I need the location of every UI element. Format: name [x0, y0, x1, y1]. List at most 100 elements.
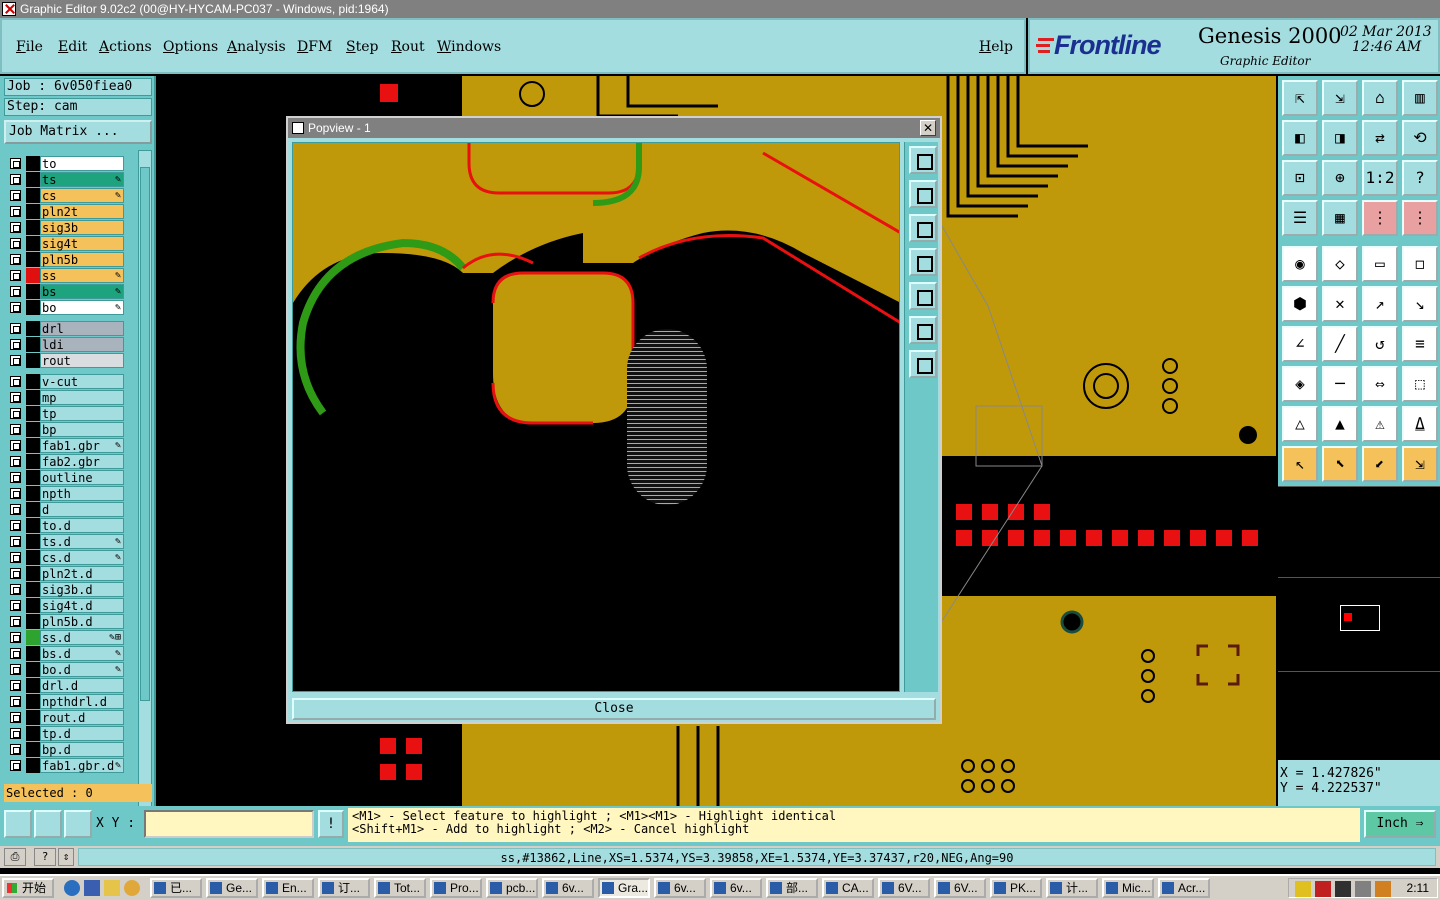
mirror-icon[interactable]: ≡: [1402, 326, 1438, 362]
taskbar-task[interactable]: 6v...: [654, 878, 706, 898]
layer-checkbox[interactable]: [10, 238, 21, 249]
warn-icon[interactable]: △: [1282, 406, 1318, 442]
tray-gear-icon[interactable]: [1355, 881, 1371, 897]
layer-checkbox[interactable]: [10, 190, 21, 201]
snap-red-icon[interactable]: ⋮: [1362, 200, 1398, 236]
layer-color-swatch[interactable]: [26, 614, 40, 629]
taskbar-task[interactable]: CA...: [822, 878, 874, 898]
pv-zoom-icon[interactable]: [909, 146, 937, 174]
layer-checkbox[interactable]: [10, 302, 21, 313]
layer-name[interactable]: npthdrl.d: [40, 694, 124, 709]
layer-checkbox[interactable]: [10, 355, 21, 366]
redraw-icon[interactable]: ⟲: [1402, 120, 1438, 156]
layer-name[interactable]: rout: [40, 353, 124, 368]
start-button[interactable]: 开始: [2, 878, 54, 898]
taskbar-task[interactable]: PK...: [990, 878, 1042, 898]
arc-icon[interactable]: ↺: [1362, 326, 1398, 362]
layer-checkbox[interactable]: [10, 680, 21, 691]
menu-edit[interactable]: Edit: [58, 39, 87, 55]
layer-color-swatch[interactable]: [26, 630, 40, 645]
layer-name[interactable]: sig4t: [40, 236, 124, 251]
pan-left-icon[interactable]: ◧: [1282, 120, 1318, 156]
layer-row[interactable]: npthdrl.d: [6, 694, 124, 709]
layer-row[interactable]: pln5b.d: [6, 614, 124, 629]
layer-color-swatch[interactable]: [26, 390, 40, 405]
layer-name[interactable]: tp.d: [40, 726, 124, 741]
layer-checkbox[interactable]: [10, 552, 21, 563]
copy-icon[interactable]: ↘: [1402, 286, 1438, 322]
layers-icon[interactable]: ☰: [1282, 200, 1318, 236]
layer-checkbox[interactable]: [10, 158, 21, 169]
close-button[interactable]: Close: [292, 698, 936, 720]
layer-checkbox[interactable]: [10, 504, 21, 515]
layer-color-swatch[interactable]: [26, 156, 40, 171]
layer-name[interactable]: drl: [40, 321, 124, 336]
help-icon[interactable]: ?: [34, 848, 56, 866]
layer-row[interactable]: sig4t.d: [6, 598, 124, 613]
layer-name[interactable]: fab2.gbr: [40, 454, 124, 469]
layer-name[interactable]: pln2t: [40, 204, 124, 219]
pv-zoom-center-icon[interactable]: [909, 350, 937, 378]
taskbar-task[interactable]: Acr...: [1158, 878, 1210, 898]
layer-name[interactable]: v-cut: [40, 374, 124, 389]
layer-checkbox[interactable]: [10, 472, 21, 483]
split-view-icon[interactable]: ▥: [1402, 80, 1438, 116]
layer-name[interactable]: ts.d ✎: [40, 534, 124, 549]
scroll-icon[interactable]: ⇕: [58, 848, 74, 866]
measure-icon[interactable]: [4, 810, 32, 838]
query-icon[interactable]: ?: [1402, 160, 1438, 196]
layer-name[interactable]: rout.d: [40, 710, 124, 725]
layer-color-swatch[interactable]: [26, 337, 40, 352]
layer-checkbox[interactable]: [10, 488, 21, 499]
info-button[interactable]: !: [318, 810, 344, 838]
layer-name[interactable]: fab1.gbr.d ✎: [40, 758, 124, 773]
layer-checkbox[interactable]: [10, 254, 21, 265]
layer-row[interactable]: d: [6, 502, 124, 517]
overview-map[interactable]: [1278, 486, 1440, 758]
taskbar-task[interactable]: Pro...: [430, 878, 482, 898]
layer-name[interactable]: bs.d ✎: [40, 646, 124, 661]
layer-color-swatch[interactable]: [26, 204, 40, 219]
layer-name[interactable]: pln2t.d: [40, 566, 124, 581]
layer-checkbox[interactable]: [10, 392, 21, 403]
transform-icon[interactable]: ⬚: [1402, 366, 1438, 402]
layer-name[interactable]: bo ✎: [40, 300, 124, 315]
layer-checkbox[interactable]: [10, 616, 21, 627]
close-icon[interactable]: ✕: [920, 120, 936, 136]
layer-checkbox[interactable]: [10, 206, 21, 217]
layer-color-swatch[interactable]: [26, 534, 40, 549]
layer-name[interactable]: drl.d: [40, 678, 124, 693]
layer-row[interactable]: ts ✎: [6, 172, 124, 187]
taskbar-task[interactable]: 6v...: [710, 878, 762, 898]
layer-color-swatch[interactable]: [26, 694, 40, 709]
layer-row[interactable]: drl.d: [6, 678, 124, 693]
layer-checkbox[interactable]: [10, 440, 21, 451]
connect-icon[interactable]: ⬢: [1282, 286, 1318, 322]
layer-row[interactable]: bs.d ✎: [6, 646, 124, 661]
layer-name[interactable]: ss.d ✎⊞: [40, 630, 124, 645]
menu-rout[interactable]: Rout: [391, 39, 425, 55]
layer-row[interactable]: drl: [6, 321, 124, 336]
layer-checkbox[interactable]: [10, 520, 21, 531]
layer-row[interactable]: fab1.gbr ✎: [6, 438, 124, 453]
layer-name[interactable]: outline: [40, 470, 124, 485]
layer-row[interactable]: fab2.gbr: [6, 454, 124, 469]
zoom-center-icon[interactable]: ⊕: [1322, 160, 1358, 196]
layer-row[interactable]: cs ✎: [6, 188, 124, 203]
layer-color-swatch[interactable]: [26, 438, 40, 453]
layer-name[interactable]: pln5b.d: [40, 614, 124, 629]
layer-name[interactable]: cs.d ✎: [40, 550, 124, 565]
pv-pan-up-icon[interactable]: [909, 180, 937, 208]
layer-row[interactable]: sig3b: [6, 220, 124, 235]
layer-color-swatch[interactable]: [26, 220, 40, 235]
home-icon[interactable]: ⌂: [1362, 80, 1398, 116]
layer-row[interactable]: rout.d: [6, 710, 124, 725]
layer-checkbox[interactable]: [10, 174, 21, 185]
layer-row[interactable]: v-cut: [6, 374, 124, 389]
layer-color-swatch[interactable]: [26, 758, 40, 773]
taskbar-task[interactable]: Gra...: [598, 878, 650, 898]
layer-color-swatch[interactable]: [26, 646, 40, 661]
layer-checkbox[interactable]: [10, 744, 21, 755]
popview-titlebar[interactable]: Popview - 1 ✕: [288, 118, 940, 138]
taskbar-task[interactable]: Mic...: [1102, 878, 1154, 898]
